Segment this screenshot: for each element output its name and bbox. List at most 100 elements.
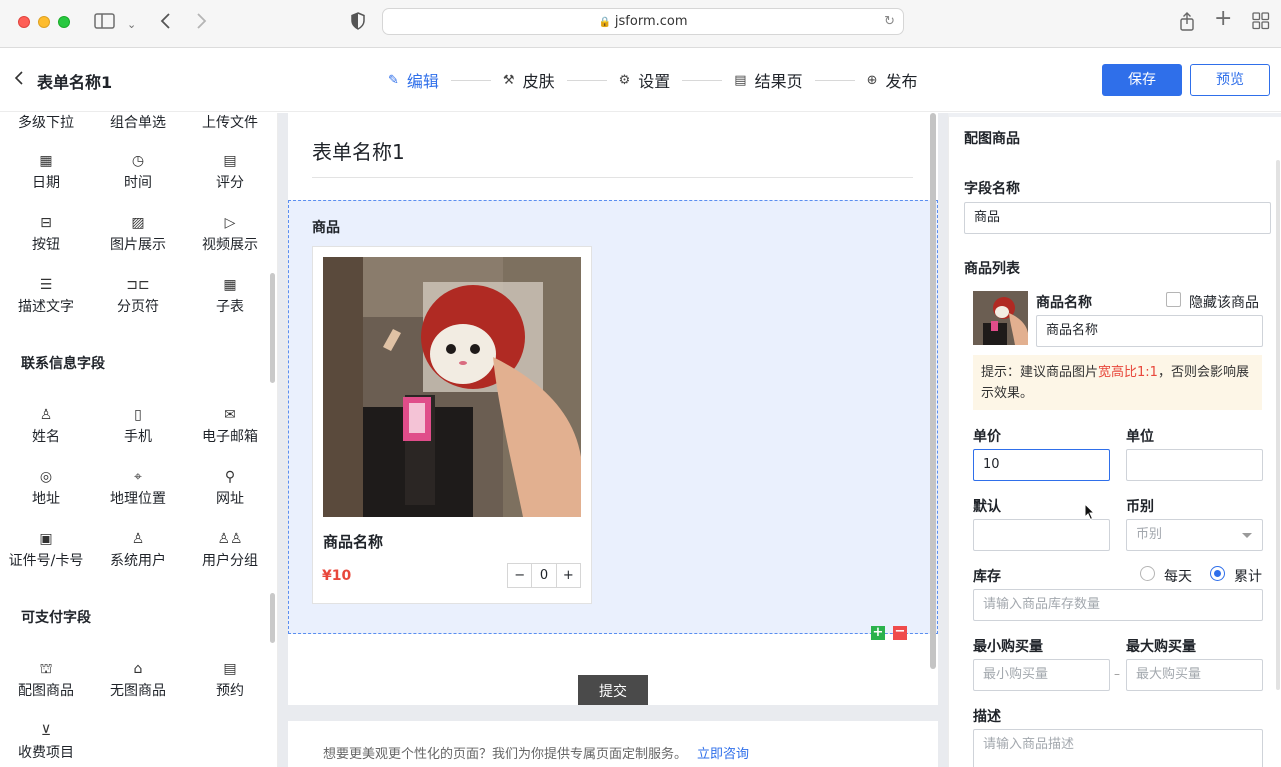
forward-icon[interactable] xyxy=(195,12,207,35)
stock-total-radio[interactable] xyxy=(1210,566,1225,581)
palette-item-subtable[interactable]: ▦ 子表 xyxy=(184,275,276,337)
palette-item-email[interactable]: ✉ 电子邮箱 xyxy=(184,405,276,467)
step-skin[interactable]: ⚒ 皮肤 xyxy=(503,68,555,92)
product-thumbnail[interactable] xyxy=(973,291,1028,345)
promo-text-line: 想要更美观更个性化的页面？我们为你提供专属页面定制服务。 立即咨询 xyxy=(323,743,749,762)
price-label: 单价 xyxy=(973,429,1001,445)
location-pin-icon: ⌖ xyxy=(134,469,142,485)
palette-item-page-break[interactable]: ⊐⊏ 分页符 xyxy=(92,275,184,337)
palette-item-rating[interactable]: ▤ 评分 xyxy=(184,151,276,213)
step-publish[interactable]: ⊕ 发布 xyxy=(867,68,918,92)
palette-item-label: 预约 xyxy=(216,683,244,699)
product-list-label: 商品列表 xyxy=(964,261,1020,277)
palette-item-button[interactable]: ⊟ 按钮 xyxy=(0,213,92,275)
id-card-icon: ▣ xyxy=(39,531,53,547)
currency-placeholder: 币别 xyxy=(1136,527,1163,542)
settings-scrollbar[interactable] xyxy=(1276,160,1280,690)
palette-item-date[interactable]: ▦ 日期 xyxy=(0,151,92,213)
image-icon: ▨ xyxy=(131,215,145,231)
qty-increase-button[interactable]: + xyxy=(557,564,580,587)
palette-item-id-card[interactable]: ▣ 证件号/卡号 xyxy=(0,529,92,591)
back-arrow-icon[interactable] xyxy=(14,70,24,90)
palette-item-address[interactable]: ◎ 地址 xyxy=(0,467,92,529)
qty-decrease-button[interactable]: − xyxy=(508,564,531,587)
stock-total-label: 累计 xyxy=(1234,569,1262,585)
address-bar[interactable]: 🔒 jsform.com ↻ xyxy=(382,8,904,35)
palette-item-cascade[interactable]: 多级下拉 xyxy=(0,113,92,135)
hide-item-checkbox[interactable] xyxy=(1166,292,1181,307)
close-window-button[interactable] xyxy=(18,16,30,28)
item-name-input[interactable]: 商品名称 xyxy=(1036,315,1263,347)
canvas-scrollbar[interactable] xyxy=(930,113,936,669)
reload-icon[interactable]: ↻ xyxy=(884,9,895,34)
add-field-button[interactable]: + xyxy=(871,626,885,640)
step-connector xyxy=(682,79,723,81)
palette-scrollbar-lower[interactable] xyxy=(270,593,275,643)
max-qty-input[interactable]: 最大购买量 xyxy=(1126,659,1263,691)
palette-item-upload[interactable]: 上传文件 xyxy=(184,113,276,135)
min-qty-input[interactable]: 最小购买量 xyxy=(973,659,1110,691)
palette-item-label: 日期 xyxy=(32,175,60,191)
stock-daily-label: 每天 xyxy=(1164,569,1192,585)
fee-icon: ⊻ xyxy=(40,723,52,739)
tip-highlight: 宽高比1:1 xyxy=(1098,365,1158,380)
palette-item-product-noimage[interactable]: ⌂ 无图商品 xyxy=(92,659,184,721)
price-input[interactable]: 10 xyxy=(973,449,1110,481)
default-input[interactable] xyxy=(973,519,1110,551)
text-icon: ☰ xyxy=(39,277,53,293)
zoom-window-button[interactable] xyxy=(58,16,70,28)
step-label: 发布 xyxy=(885,72,918,91)
shield-icon[interactable] xyxy=(350,12,366,35)
palette-item-combo-radio[interactable]: 组合单选 xyxy=(92,113,184,135)
palette-contact-grid: ♙ 姓名 ▯ 手机 ✉ 电子邮箱 ◎ 地址 ⌖ 地理位置 ⚲ 网址 ▣ 证件号/卡号 ♙ 系统用… xyxy=(0,405,276,591)
back-icon[interactable] xyxy=(160,12,172,35)
tab-overview-icon[interactable] xyxy=(1252,12,1270,35)
chevron-down-icon[interactable]: ⌄ xyxy=(127,15,136,35)
step-settings[interactable]: ⚙ 设置 xyxy=(619,68,671,92)
palette-item-label: 系统用户 xyxy=(110,553,166,569)
palette-item-video[interactable]: ▷ 视频展示 xyxy=(184,213,276,275)
form-title[interactable]: 表单名称1 xyxy=(37,69,112,93)
unit-input[interactable] xyxy=(1126,449,1263,481)
consult-link[interactable]: 立即咨询 xyxy=(697,747,749,762)
sidebar-toggle-icon[interactable] xyxy=(94,12,116,35)
submit-button[interactable]: 提交 xyxy=(578,675,648,705)
currency-select[interactable]: 币别 xyxy=(1126,519,1263,551)
palette-item-name[interactable]: ♙ 姓名 xyxy=(0,405,92,467)
clock-icon: ◷ xyxy=(131,153,145,169)
palette-item-booking[interactable]: ▤ 预约 xyxy=(184,659,276,721)
product-bag-icon: ⌂ xyxy=(133,661,143,677)
palette-item-system-user[interactable]: ♙ 系统用户 xyxy=(92,529,184,591)
stock-daily-radio[interactable] xyxy=(1140,566,1155,581)
palette-scrollbar[interactable] xyxy=(270,273,275,383)
stock-input[interactable]: 请输入商品库存数量 xyxy=(973,589,1263,621)
product-field-label: 商品 xyxy=(312,220,340,236)
step-result-page[interactable]: ▤ 结果页 xyxy=(734,68,802,92)
link-icon: ⚲ xyxy=(224,469,236,485)
palette-item-description[interactable]: ☰ 描述文字 xyxy=(0,275,92,337)
new-tab-icon[interactable]: + xyxy=(1214,8,1232,30)
description-label: 描述 xyxy=(973,709,1001,725)
qty-value[interactable]: 0 xyxy=(531,564,557,587)
title-divider xyxy=(312,177,913,178)
palette-item-user-group[interactable]: ♙♙ 用户分组 xyxy=(184,529,276,591)
description-textarea[interactable]: 请输入商品描述 xyxy=(973,729,1263,767)
field-name-input[interactable]: 商品 xyxy=(964,202,1271,234)
share-icon[interactable] xyxy=(1178,12,1196,37)
palette-item-geo[interactable]: ⌖ 地理位置 xyxy=(92,467,184,529)
step-edit[interactable]: ✎ 编辑 xyxy=(388,68,439,92)
palette-item-product-image[interactable]: ⛫ 配图商品 xyxy=(0,659,92,721)
palette-item-phone[interactable]: ▯ 手机 xyxy=(92,405,184,467)
palette-item-url[interactable]: ⚲ 网址 xyxy=(184,467,276,529)
user-group-icon: ♙♙ xyxy=(217,531,243,547)
canvas-form-title[interactable]: 表单名称1 xyxy=(312,136,405,165)
preview-button[interactable]: 预览 xyxy=(1190,64,1270,96)
save-button[interactable]: 保存 xyxy=(1102,64,1182,96)
palette-item-fee[interactable]: ⊻ 收费项目 xyxy=(0,721,92,767)
remove-field-button[interactable]: − xyxy=(893,625,907,640)
video-icon: ▷ xyxy=(224,215,236,231)
palette-item-label: 网址 xyxy=(216,491,244,507)
palette-item-time[interactable]: ◷ 时间 xyxy=(92,151,184,213)
palette-item-image[interactable]: ▨ 图片展示 xyxy=(92,213,184,275)
minimize-window-button[interactable] xyxy=(38,16,50,28)
